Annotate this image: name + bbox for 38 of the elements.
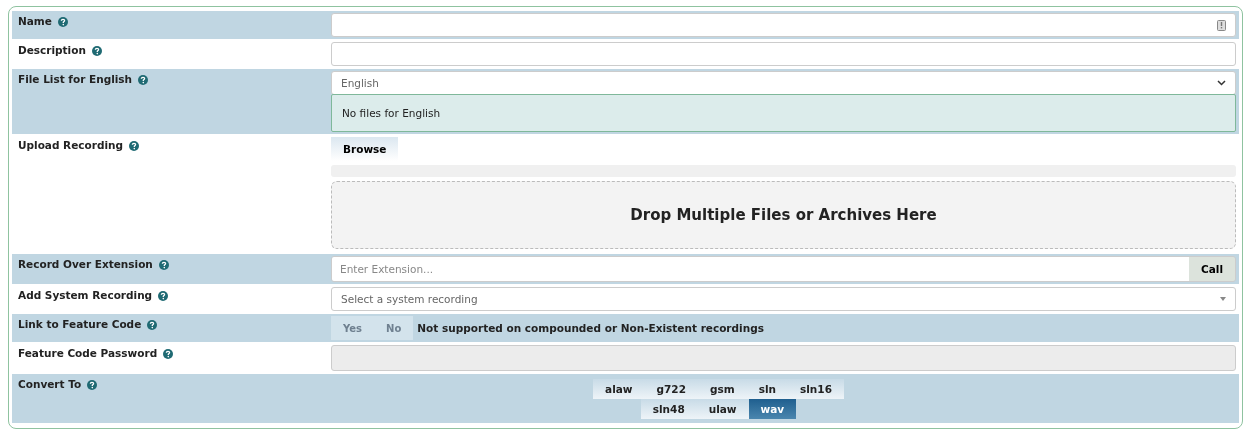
language-select[interactable]: English: [331, 71, 1236, 95]
extension-field[interactable]: Enter Extension... Call: [331, 256, 1236, 282]
format-option[interactable]: ulaw: [696, 399, 749, 419]
field-label: Convert To: [18, 378, 82, 390]
field-label: Add System Recording: [18, 289, 153, 301]
format-option[interactable]: sln48: [640, 399, 697, 419]
recording-select[interactable]: Select a system recording: [331, 287, 1236, 311]
format-option[interactable]: gsm: [697, 379, 747, 399]
help-icon[interactable]: [158, 291, 169, 301]
help-icon[interactable]: [57, 17, 68, 27]
format-option[interactable]: sln16: [788, 379, 844, 399]
help-icon[interactable]: [147, 320, 158, 330]
chevron-icon: [1217, 80, 1226, 86]
text-field[interactable]: [331, 42, 1236, 66]
format-option[interactable]: sln: [746, 379, 788, 399]
field-label: Description: [18, 44, 86, 56]
field-label: Upload Recording: [18, 139, 124, 151]
drop-zone[interactable]: Drop Multiple Files or Archives Here: [331, 181, 1236, 249]
help-icon[interactable]: [138, 75, 149, 85]
text-field[interactable]: [331, 13, 1236, 37]
field-label: Feature Code Password: [18, 347, 158, 359]
format-option[interactable]: alaw: [593, 379, 645, 399]
caret-icon: [1220, 297, 1226, 301]
field-label: File List for English: [18, 73, 133, 85]
note-text: Not supported on compounded or Non-Existent recordings: [417, 322, 764, 334]
field-label: Name: [18, 15, 52, 27]
field-label: Record Over Extension: [18, 258, 153, 270]
field-label: Link to Feature Code: [18, 318, 142, 330]
format-option[interactable]: wav: [748, 399, 797, 419]
info-message: No files for English: [331, 94, 1236, 132]
help-icon[interactable]: [87, 380, 98, 390]
help-icon[interactable]: [163, 349, 174, 359]
format-option[interactable]: g722: [644, 379, 698, 399]
browse-button[interactable]: Browse: [331, 137, 399, 161]
call-button[interactable]: Call: [1189, 257, 1235, 281]
help-icon[interactable]: [129, 141, 140, 151]
help-icon[interactable]: [158, 260, 169, 270]
help-icon[interactable]: [91, 46, 102, 56]
